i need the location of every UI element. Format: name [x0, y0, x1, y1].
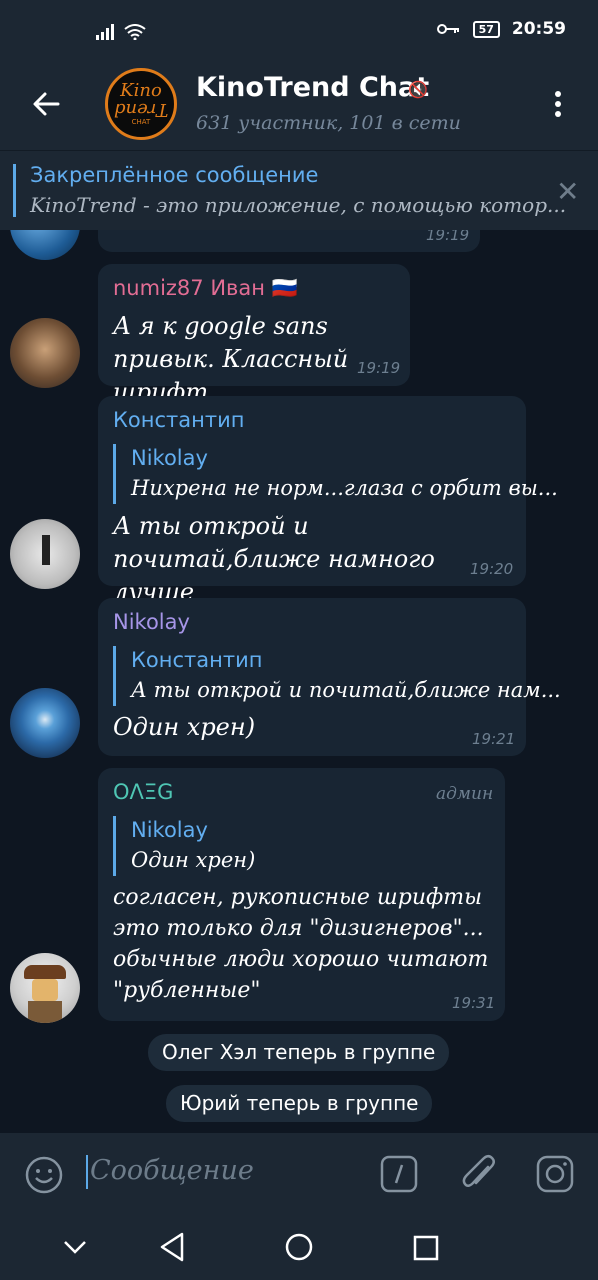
message-text: А ты открой и почитай,ближе намного лучш… [113, 512, 435, 606]
message-bubble[interactable]: 19:19 [98, 230, 480, 252]
message-input[interactable]: Сообщение [90, 1155, 254, 1186]
nav-recents-icon[interactable] [412, 1234, 440, 1262]
avatar[interactable] [10, 953, 80, 1023]
pinned-label: Закреплённое сообщение [30, 163, 319, 187]
message-bubble[interactable]: Nikolay Константип А ты открой и почитай… [98, 598, 561, 756]
pinned-text: KinoTrend - это приложение, с помощью ко… [30, 193, 567, 217]
text-caret [86, 1155, 88, 1189]
message-author[interactable]: Константип [113, 408, 244, 432]
message-bubble[interactable]: Константип Nikolay Нихрена не норм...гла… [98, 396, 558, 606]
message-author[interactable]: OΛΞG [113, 780, 173, 804]
message-text: Один хрен) [113, 713, 256, 741]
battery-icon: 57 [472, 20, 500, 38]
avatar[interactable] [10, 688, 80, 758]
close-icon[interactable]: ✕ [556, 175, 579, 208]
camera-icon[interactable] [536, 1155, 574, 1193]
message-author[interactable]: numiz87 Иван 🇷🇺 [113, 276, 298, 301]
chat-title[interactable]: KinoTrend Chat [196, 72, 429, 103]
wifi-icon [124, 24, 146, 40]
back-arrow-icon[interactable] [26, 84, 66, 124]
reply-quote[interactable]: Nikolay Один хрен) [113, 816, 493, 876]
chat-header: Kino Trend CHAT KinoTrend Chat 🔇 631 уча… [0, 58, 598, 150]
attach-icon[interactable] [460, 1153, 498, 1195]
signal-icon [96, 24, 146, 40]
avatar[interactable] [10, 318, 80, 388]
message-author[interactable]: Nikolay [113, 610, 190, 634]
clock: 20:59 [511, 19, 566, 39]
bot-command-icon[interactable] [380, 1155, 418, 1193]
reply-quote[interactable]: Nikolay Нихрена не норм...глаза с орбит … [113, 444, 558, 504]
message-composer: Сообщение [0, 1133, 598, 1215]
key-icon [436, 24, 459, 34]
more-menu-icon[interactable] [548, 86, 568, 126]
pinned-message[interactable]: Закреплённое сообщение KinoTrend - это п… [0, 150, 598, 230]
chevron-down-icon[interactable] [62, 1237, 88, 1257]
reply-quote[interactable]: Константип А ты открой и почитай,ближе н… [113, 646, 561, 706]
status-bar: 57 20:59 [0, 0, 598, 58]
nav-home-icon[interactable] [284, 1232, 314, 1262]
chat-avatar[interactable]: Kino Trend CHAT [105, 68, 177, 140]
message-bubble[interactable]: OΛΞG админ Nikolay Один хрен) согласен, … [98, 768, 505, 1021]
avatar[interactable] [10, 230, 80, 260]
admin-badge: админ [436, 784, 494, 804]
service-message: Олег Хэл теперь в группе [148, 1034, 450, 1071]
nav-back-icon[interactable] [158, 1231, 186, 1263]
message-list[interactable]: 19:19 numiz87 Иван 🇷🇺 А я к google sans … [0, 230, 598, 1133]
mute-icon: 🔇 [408, 80, 428, 99]
service-message: Юрий теперь в группе [166, 1085, 433, 1122]
pinned-bar [13, 164, 16, 217]
system-nav-bar [0, 1215, 598, 1280]
emoji-icon[interactable] [24, 1155, 64, 1195]
avatar[interactable] [10, 519, 80, 589]
chat-subtitle: 631 участник, 101 в сети [196, 112, 461, 134]
message-text: согласен, рукописные шрифты это только д… [113, 885, 489, 1003]
message-bubble[interactable]: numiz87 Иван 🇷🇺 А я к google sans привык… [98, 264, 410, 406]
